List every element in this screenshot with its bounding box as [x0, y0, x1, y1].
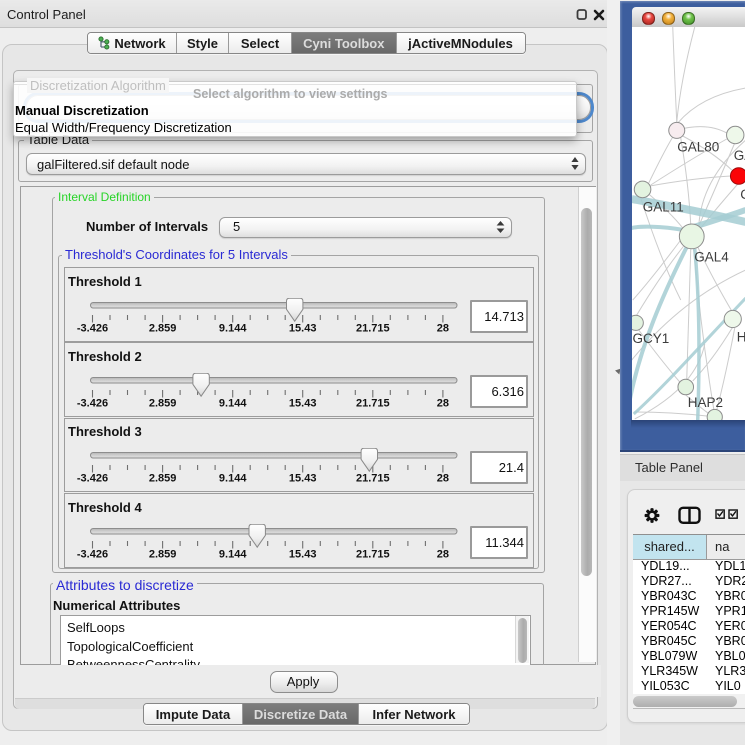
- svg-text:2.859: 2.859: [148, 397, 176, 409]
- svg-text:-3.426: -3.426: [76, 397, 107, 409]
- svg-text:9.144: 9.144: [218, 473, 246, 485]
- svg-text:15.43: 15.43: [288, 548, 316, 560]
- svg-text:15.43: 15.43: [288, 397, 316, 409]
- svg-text:C: C: [740, 187, 745, 202]
- svg-text:15.43: 15.43: [288, 322, 316, 334]
- svg-text:28: 28: [436, 473, 448, 485]
- svg-text:21.715: 21.715: [355, 473, 389, 485]
- svg-text:H: H: [736, 330, 745, 345]
- svg-text:15.43: 15.43: [288, 473, 316, 485]
- svg-text:GAL80: GAL80: [677, 140, 719, 155]
- svg-text:-3.426: -3.426: [76, 548, 107, 560]
- svg-text:28: 28: [436, 322, 448, 334]
- svg-text:GAL4: GAL4: [694, 250, 729, 265]
- svg-text:-3.426: -3.426: [76, 322, 107, 334]
- svg-text:2.859: 2.859: [148, 322, 176, 334]
- svg-text:28: 28: [436, 397, 448, 409]
- svg-text:2.859: 2.859: [148, 548, 176, 560]
- svg-text:21.715: 21.715: [355, 548, 389, 560]
- svg-text:HAP2: HAP2: [687, 395, 722, 410]
- svg-text:GA: GA: [733, 148, 745, 163]
- svg-text:9.144: 9.144: [218, 322, 246, 334]
- svg-text:21.715: 21.715: [355, 322, 389, 334]
- svg-text:GCY1: GCY1: [632, 331, 669, 346]
- svg-text:9.144: 9.144: [218, 397, 246, 409]
- svg-text:-3.426: -3.426: [76, 473, 107, 485]
- svg-text:2.859: 2.859: [148, 473, 176, 485]
- svg-text:GAL11: GAL11: [642, 200, 683, 215]
- svg-text:9.144: 9.144: [218, 548, 246, 560]
- svg-text:28: 28: [436, 548, 448, 560]
- svg-text:21.715: 21.715: [355, 397, 389, 409]
